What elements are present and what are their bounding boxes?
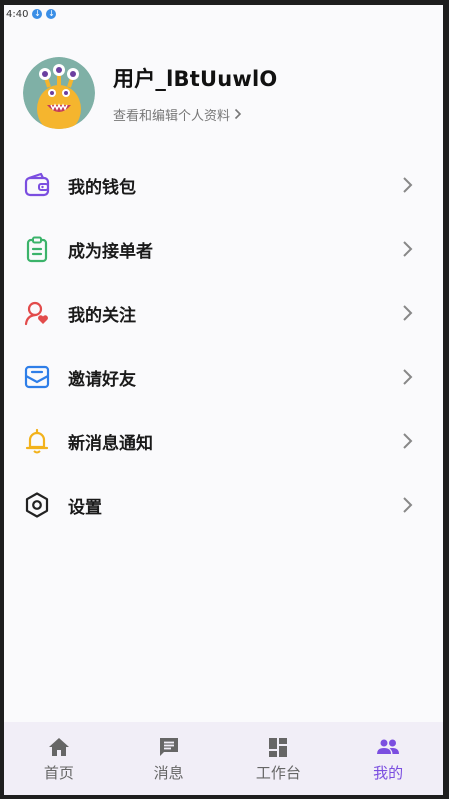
chevron-right-icon — [403, 497, 413, 513]
chevron-right-icon — [403, 433, 413, 449]
menu-item-settings[interactable]: 设置 — [4, 473, 443, 537]
envelope-icon — [22, 362, 52, 392]
notification-download-icon-2: ↓ — [46, 9, 57, 19]
notification-download-icon: ↓ — [32, 9, 43, 19]
menu-item-notifications[interactable]: 新消息通知 — [4, 409, 443, 473]
chevron-right-icon — [403, 305, 413, 321]
menu-item-label: 我的钱包 — [68, 177, 136, 198]
chevron-right-icon — [403, 241, 413, 257]
bell-icon — [22, 426, 52, 456]
avatar[interactable] — [23, 57, 95, 129]
tab-label: 我的 — [373, 764, 404, 782]
tab-label: 消息 — [153, 764, 184, 782]
menu-item-label: 邀请好友 — [68, 369, 136, 390]
menu-item-label: 新消息通知 — [68, 433, 153, 454]
menu-item-following[interactable]: 我的关注 — [4, 281, 443, 345]
follow-heart-icon — [22, 298, 52, 328]
menu-item-label: 我的关注 — [68, 305, 136, 326]
monster-avatar-icon — [23, 57, 95, 129]
menu-list: 我的钱包 成为接单者 我的关注 邀请好友 新消息通知 设置 — [4, 153, 443, 537]
edit-profile-label: 查看和编辑个人资料 — [113, 108, 231, 124]
message-icon — [159, 738, 178, 756]
tab-workbench[interactable]: 工作台 — [224, 722, 334, 795]
menu-item-invite-friends[interactable]: 邀请好友 — [4, 345, 443, 409]
chevron-right-icon — [403, 177, 413, 193]
edit-profile-link[interactable]: 查看和编辑个人资料 — [113, 105, 277, 124]
tab-mine[interactable]: 我的 — [333, 722, 443, 795]
status-bar: 4:40 ↓ ↓ — [4, 5, 443, 23]
chevron-right-icon — [403, 369, 413, 385]
app-screen: 4:40 ↓ ↓ 用户_lBtUuwlO 查看和编辑个人资料 我的钱包 成为接单… — [4, 5, 443, 795]
tab-home[interactable]: 首页 — [4, 722, 114, 795]
menu-item-become-taker[interactable]: 成为接单者 — [4, 217, 443, 281]
people-icon — [377, 739, 400, 754]
tab-label: 首页 — [43, 764, 74, 782]
home-icon — [48, 738, 69, 756]
chevron-right-icon — [234, 108, 242, 120]
menu-item-wallet[interactable]: 我的钱包 — [4, 153, 443, 217]
clipboard-icon — [22, 234, 52, 264]
bottom-tab-bar: 首页 消息 工作台 我的 — [4, 722, 443, 795]
tab-messages[interactable]: 消息 — [114, 722, 224, 795]
tab-label: 工作台 — [255, 764, 301, 782]
menu-item-label: 设置 — [68, 497, 102, 518]
username: 用户_lBtUuwlO — [113, 66, 278, 91]
profile-header[interactable]: 用户_lBtUuwlO 查看和编辑个人资料 — [23, 57, 277, 129]
wallet-icon — [22, 170, 52, 200]
status-time: 4:40 — [6, 8, 29, 20]
menu-item-label: 成为接单者 — [68, 241, 153, 262]
settings-hexagon-icon — [22, 490, 52, 520]
dashboard-icon — [269, 738, 288, 757]
